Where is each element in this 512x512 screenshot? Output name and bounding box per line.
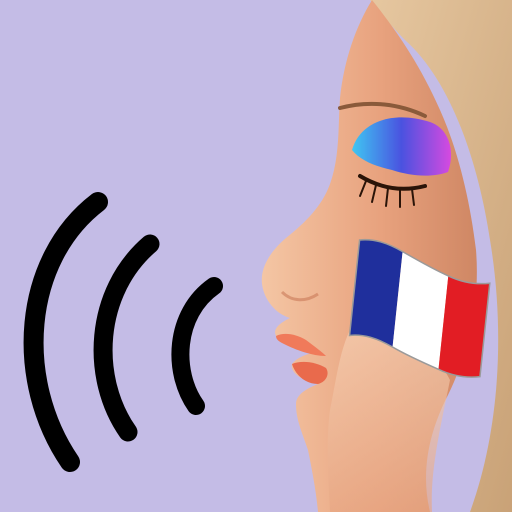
- sound-wave-arc: [171, 277, 223, 415]
- app-icon-artwork: [23, 0, 512, 512]
- sound-waves-icon: [23, 192, 223, 472]
- sound-wave-arc: [23, 192, 108, 472]
- app-icon: [0, 0, 512, 512]
- sound-wave-arc: [93, 234, 160, 442]
